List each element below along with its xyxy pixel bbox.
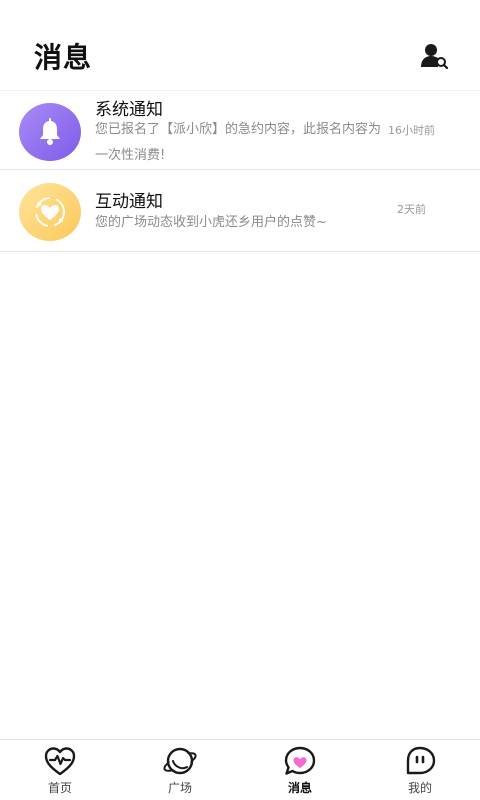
bottom-tabbar: 首页 广场 消息 我的	[0, 739, 480, 800]
header: 消息	[0, 0, 480, 92]
tab-label: 广场	[167, 781, 192, 795]
tab-label: 首页	[47, 781, 72, 795]
message-time: 16小时前	[388, 124, 435, 137]
message-title: 互动通知	[95, 192, 163, 212]
planet-icon	[162, 745, 198, 777]
message-preview: 您已报名了【派小欣】的急约内容，此报名内容为一次性消费!	[95, 122, 382, 163]
tab-label: 消息	[287, 781, 312, 795]
face-bubble-icon	[402, 745, 438, 777]
heartbeat-icon	[42, 745, 78, 777]
message-item-system[interactable]: 系统通知 您已报名了【派小欣】的急约内容，此报名内容为一次性消费! 16小时前	[0, 90, 480, 170]
message-list: 系统通知 您已报名了【派小欣】的急约内容，此报名内容为一次性消费! 16小时前 …	[0, 90, 480, 252]
bell-icon	[19, 103, 81, 161]
message-item-interaction[interactable]: 互动通知 您的广场动态收到小虎还乡用户的点赞~ 2天前	[0, 170, 480, 252]
tab-home[interactable]: 首页	[0, 740, 120, 800]
tab-me[interactable]: 我的	[360, 740, 480, 800]
contact-search-icon[interactable]	[420, 42, 450, 70]
tab-square[interactable]: 广场	[120, 740, 240, 800]
page-title: 消息	[34, 41, 93, 74]
message-preview: 您的广场动态收到小虎还乡用户的点赞~	[95, 215, 327, 230]
message-time: 2天前	[397, 203, 426, 216]
tab-messages[interactable]: 消息	[240, 740, 360, 800]
message-heart-icon	[282, 745, 318, 777]
heart-icon	[19, 183, 81, 241]
tab-label: 我的	[407, 781, 432, 795]
